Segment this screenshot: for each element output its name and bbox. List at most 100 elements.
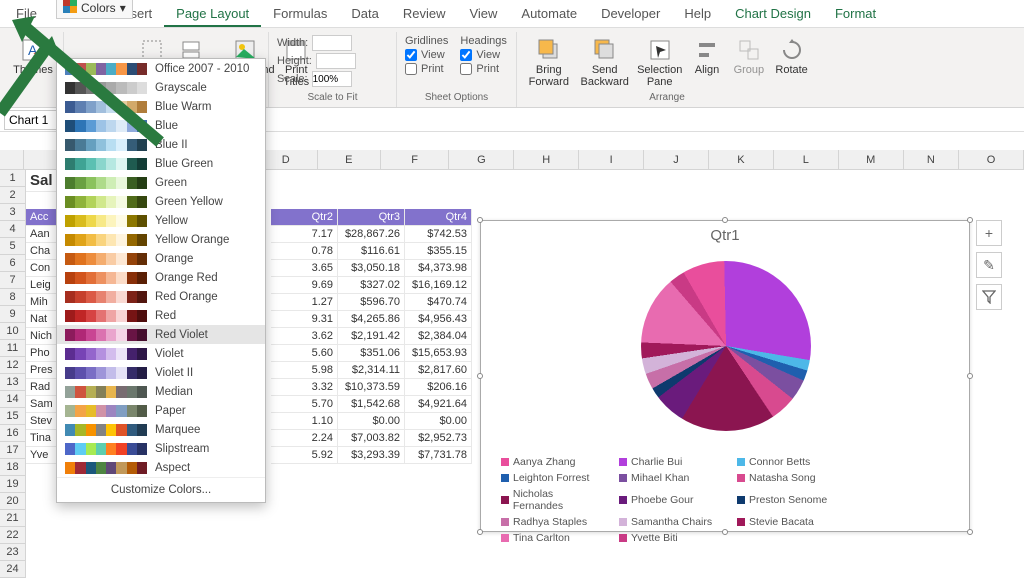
chart-object[interactable]: Qtr1 Aanya Zhang Charlie Bui Connor Betts L… xyxy=(480,220,970,532)
selection-pane-button[interactable]: Selection Pane xyxy=(635,34,685,92)
cell[interactable]: 5.60 xyxy=(271,345,338,362)
col-head-M[interactable]: M xyxy=(839,150,904,170)
ribbon-tab-review[interactable]: Review xyxy=(391,0,458,27)
cell[interactable]: $742.53 xyxy=(405,226,472,243)
resize-handle[interactable] xyxy=(967,529,973,535)
cell[interactable]: $4,373.98 xyxy=(405,260,472,277)
row-head-8[interactable]: 8 xyxy=(0,289,26,306)
row-head-11[interactable]: 11 xyxy=(0,340,26,357)
color-theme-blue-green[interactable]: Blue Green xyxy=(57,154,265,173)
chart-brush-button[interactable]: ✎ xyxy=(976,252,1002,278)
cell[interactable]: 7.17 xyxy=(271,226,338,243)
legend-item[interactable]: Mihael Khan xyxy=(619,472,723,484)
ribbon-tab-chart-design[interactable]: Chart Design xyxy=(723,0,823,27)
cell[interactable]: $1,542.68 xyxy=(338,396,405,413)
row-head-21[interactable]: 21 xyxy=(0,510,26,527)
cell[interactable]: $7,003.82 xyxy=(338,430,405,447)
cell[interactable]: 9.31 xyxy=(271,311,338,328)
gridlines-view[interactable]: View xyxy=(403,48,450,62)
row-head-16[interactable]: 16 xyxy=(0,425,26,442)
cell[interactable]: $0.00 xyxy=(338,413,405,430)
customize-colors[interactable]: Customize Colors... xyxy=(57,477,265,502)
chart-filter-button[interactable] xyxy=(976,284,1002,310)
legend-item[interactable]: Samantha Chairs xyxy=(619,516,723,528)
cell[interactable]: $2,817.60 xyxy=(405,362,472,379)
row-head-20[interactable]: 20 xyxy=(0,493,26,510)
cell[interactable]: $7,731.78 xyxy=(405,447,472,464)
cell[interactable]: $4,921.64 xyxy=(405,396,472,413)
cell[interactable]: 2.24 xyxy=(271,430,338,447)
legend-item[interactable]: Leighton Forrest xyxy=(501,472,605,484)
cell[interactable]: 0.78 xyxy=(271,243,338,260)
cell[interactable]: $2,952.73 xyxy=(405,430,472,447)
legend-item[interactable]: Phoebe Gour xyxy=(619,488,723,512)
cell[interactable]: $470.74 xyxy=(405,294,472,311)
row-head-2[interactable]: 2 xyxy=(0,187,26,204)
row-head-23[interactable]: 23 xyxy=(0,544,26,561)
cell[interactable]: $351.06 xyxy=(338,345,405,362)
row-head-22[interactable]: 22 xyxy=(0,527,26,544)
row-head-14[interactable]: 14 xyxy=(0,391,26,408)
cell[interactable]: 5.98 xyxy=(271,362,338,379)
col-head-E[interactable]: E xyxy=(318,150,381,170)
resize-handle[interactable] xyxy=(967,217,973,223)
row-head-3[interactable]: 3 xyxy=(0,204,26,221)
legend-item[interactable]: Charlie Bui xyxy=(619,456,723,468)
cell[interactable]: 3.62 xyxy=(271,328,338,345)
cell[interactable]: $2,314.11 xyxy=(338,362,405,379)
cell[interactable]: $4,265.86 xyxy=(338,311,405,328)
ribbon-tab-view[interactable]: View xyxy=(457,0,509,27)
chart-plus-button[interactable]: + xyxy=(976,220,1002,246)
legend-item[interactable]: Nicholas Fernandes xyxy=(501,488,605,512)
bring-forward-button[interactable]: Bring Forward xyxy=(523,34,575,92)
row-head-24[interactable]: 24 xyxy=(0,561,26,578)
pie-plot[interactable] xyxy=(641,261,811,431)
resize-handle[interactable] xyxy=(967,373,973,379)
ribbon-tab-data[interactable]: Data xyxy=(339,0,390,27)
color-theme-green-yellow[interactable]: Green Yellow xyxy=(57,192,265,211)
col-head-G[interactable]: G xyxy=(449,150,514,170)
color-theme-median[interactable]: Median xyxy=(57,382,265,401)
row-head-13[interactable]: 13 xyxy=(0,374,26,391)
row-head-12[interactable]: 12 xyxy=(0,357,26,374)
cell[interactable]: $596.70 xyxy=(338,294,405,311)
col-head-F[interactable]: F xyxy=(381,150,450,170)
cell[interactable]: 1.27 xyxy=(271,294,338,311)
row-head-9[interactable]: 9 xyxy=(0,306,26,323)
cell[interactable]: Qtr4 xyxy=(405,209,472,226)
scale-row[interactable]: Scale: xyxy=(275,70,390,88)
col-head-L[interactable]: L xyxy=(774,150,839,170)
legend-item[interactable]: Stevie Bacata xyxy=(737,516,841,528)
row-head-1[interactable]: 1 xyxy=(0,170,26,187)
width-input[interactable] xyxy=(312,35,352,51)
cell[interactable]: 3.32 xyxy=(271,379,338,396)
legend-item[interactable]: Aanya Zhang xyxy=(501,456,605,468)
col-head-I[interactable]: I xyxy=(579,150,644,170)
resize-handle[interactable] xyxy=(477,217,483,223)
send-backward-button[interactable]: Send Backward xyxy=(579,34,631,92)
align-button[interactable]: Align xyxy=(689,34,726,92)
cell[interactable]: $206.16 xyxy=(405,379,472,396)
cell[interactable]: $10,373.59 xyxy=(338,379,405,396)
cell[interactable]: $2,191.42 xyxy=(338,328,405,345)
resize-handle[interactable] xyxy=(477,373,483,379)
scale-input[interactable] xyxy=(312,71,352,87)
chart-title[interactable]: Qtr1 xyxy=(481,221,969,244)
row-head-19[interactable]: 19 xyxy=(0,476,26,493)
cell[interactable]: $15,653.93 xyxy=(405,345,472,362)
col-head-K[interactable]: K xyxy=(709,150,774,170)
cell[interactable]: 1.10 xyxy=(271,413,338,430)
color-theme-violet-ii[interactable]: Violet II xyxy=(57,363,265,382)
gridlines-print[interactable]: Print xyxy=(403,62,450,76)
cell[interactable]: 9.69 xyxy=(271,277,338,294)
color-theme-red[interactable]: Red xyxy=(57,306,265,325)
legend-item[interactable]: Connor Betts xyxy=(737,456,841,468)
cell[interactable]: Qtr3 xyxy=(338,209,405,226)
cell[interactable]: $116.61 xyxy=(338,243,405,260)
cell[interactable]: $28,867.26 xyxy=(338,226,405,243)
row-head-6[interactable]: 6 xyxy=(0,255,26,272)
row-head-10[interactable]: 10 xyxy=(0,323,26,340)
ribbon-tab-automate[interactable]: Automate xyxy=(509,0,589,27)
color-theme-slipstream[interactable]: Slipstream xyxy=(57,439,265,458)
row-head-7[interactable]: 7 xyxy=(0,272,26,289)
